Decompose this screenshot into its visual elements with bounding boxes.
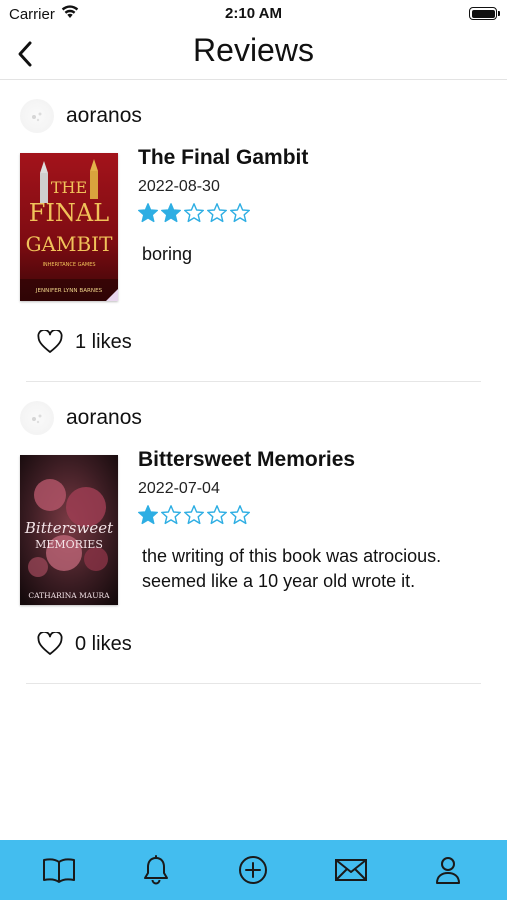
review-date: 2022-07-04 <box>138 480 220 497</box>
tab-messages[interactable] <box>327 846 375 894</box>
star-rating <box>137 504 251 525</box>
bell-icon <box>144 855 169 885</box>
tab-library[interactable] <box>35 846 83 894</box>
tab-profile[interactable] <box>424 846 472 894</box>
page-title: Reviews <box>193 32 314 68</box>
tab-notifications[interactable] <box>132 846 180 894</box>
heart-icon <box>37 632 63 655</box>
mail-icon <box>334 859 367 881</box>
status-time: 2:10 AM <box>225 5 282 22</box>
review-text: boring <box>142 244 193 264</box>
review-card: aoranos Bittersweet MEMORIES CATHARINA M… <box>0 382 507 684</box>
star-empty-icon <box>230 203 250 223</box>
likes-count: 1 likes <box>75 330 132 353</box>
battery-fill <box>471 9 495 18</box>
battery-icon <box>469 7 500 20</box>
cover-series: INHERITANCE GAMES <box>42 262 95 268</box>
cover-title-line1: THE <box>51 178 87 197</box>
avatar-placeholder-icon <box>32 414 42 424</box>
plus-circle-icon <box>239 856 268 884</box>
book-cover[interactable]: Bittersweet MEMORIES CATHARINA MAURA <box>20 455 118 605</box>
author-name: aoranos <box>66 406 142 429</box>
like-button[interactable]: 0 likes <box>37 632 132 656</box>
author-row[interactable]: aoranos <box>20 99 142 133</box>
star-filled-icon <box>138 203 158 223</box>
review-text: the writing of this book was atrocious. … <box>142 546 442 591</box>
tab-bar <box>0 840 507 900</box>
star-empty-icon <box>207 505 227 525</box>
cover-author: JENNIFER LYNN BARNES <box>35 288 103 294</box>
review-card: aoranos THE FINAL GAMBIT INHERITANCE GAM… <box>0 80 507 382</box>
person-icon <box>436 857 461 884</box>
avatar-placeholder-icon <box>32 112 42 122</box>
book-cover[interactable]: THE FINAL GAMBIT INHERITANCE GAMES JENNI… <box>20 153 118 301</box>
tab-add[interactable] <box>229 846 277 894</box>
star-filled-icon <box>161 203 181 223</box>
cover-title-line2: FINAL <box>29 199 109 227</box>
cover-title-line2: MEMORIES <box>35 538 103 551</box>
author-name: aoranos <box>66 104 142 127</box>
book-icon <box>42 858 75 883</box>
star-empty-icon <box>230 505 250 525</box>
reviews-screen: Carrier 2:10 AM Reviews aoranos THE FINA… <box>0 0 507 900</box>
star-empty-icon <box>207 203 227 223</box>
avatar <box>20 99 54 133</box>
star-filled-icon <box>138 505 158 525</box>
likes-count: 0 likes <box>75 632 132 655</box>
heart-icon <box>37 330 63 353</box>
book-title[interactable]: The Final Gambit <box>138 146 308 170</box>
avatar <box>20 401 54 435</box>
star-rating <box>137 202 251 223</box>
author-row[interactable]: aoranos <box>20 401 142 435</box>
review-date: 2022-08-30 <box>138 178 220 195</box>
star-empty-icon <box>184 203 204 223</box>
star-empty-icon <box>184 505 204 525</box>
star-empty-icon <box>161 505 181 525</box>
divider <box>26 683 481 684</box>
cover-title-line3: GAMBIT <box>26 232 113 256</box>
nav-header: Reviews <box>0 28 507 80</box>
book-title[interactable]: Bittersweet Memories <box>138 448 355 472</box>
cover-title-line1: Bittersweet <box>24 519 114 537</box>
like-button[interactable]: 1 likes <box>37 330 132 354</box>
cover-author: CATHARINA MAURA <box>28 591 110 600</box>
status-bar: Carrier 2:10 AM <box>0 0 507 28</box>
battery-tip <box>498 11 500 16</box>
